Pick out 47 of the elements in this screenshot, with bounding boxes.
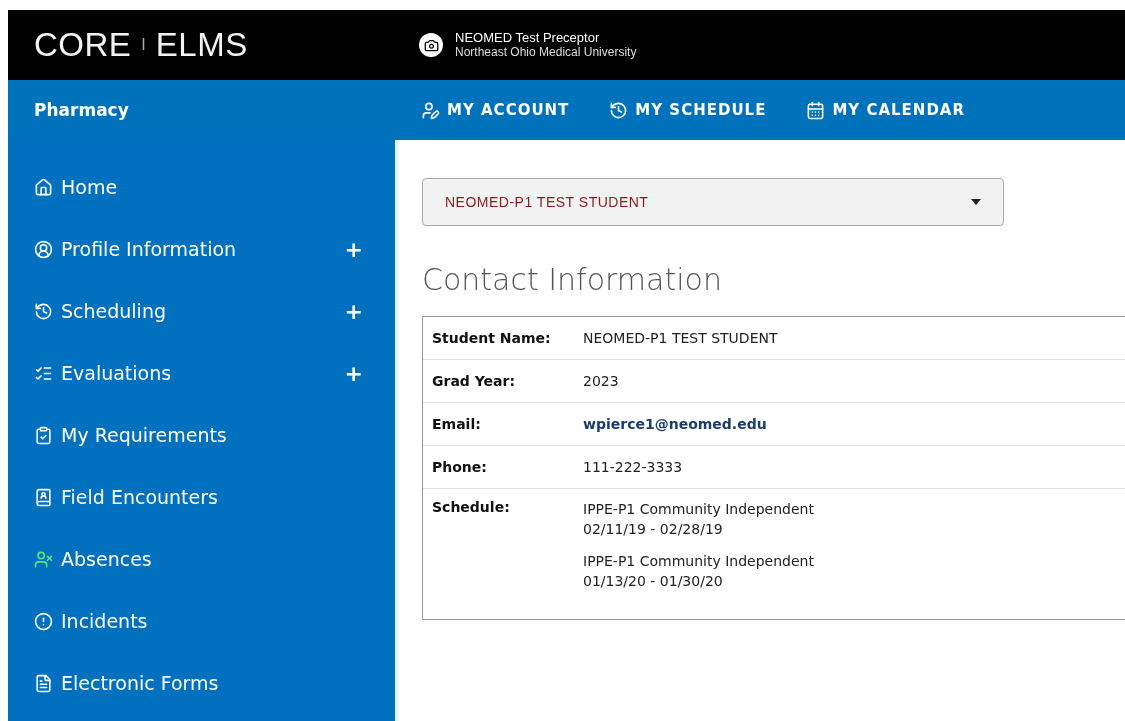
sidebar-item[interactable]: Profile Information +: [8, 218, 395, 280]
sidebar-item[interactable]: Field Encounters: [8, 466, 395, 528]
sidebar-item[interactable]: Incidents: [8, 590, 395, 652]
sidebar-item[interactable]: My Requirements: [8, 404, 395, 466]
field-label: Schedule:: [431, 499, 511, 515]
nav-link[interactable]: MY ACCOUNT: [421, 100, 570, 120]
menu-icon: [34, 239, 53, 259]
field-label: Grad Year:: [431, 373, 517, 389]
sidebar-item[interactable]: Evaluations +: [8, 342, 395, 404]
schedule-entry: IPPE-P1 Community Independent 01/13/20 - 01/30/20: [583, 552, 815, 591]
logo-text: ELMS: [155, 26, 248, 64]
nav-link[interactable]: MY SCHEDULE: [609, 100, 767, 120]
section-heading: Contact Information: [422, 262, 723, 297]
sidebar-item[interactable]: Absences: [8, 528, 395, 590]
menu-icon: [34, 673, 53, 693]
sidebar-item[interactable]: Electronic Forms: [8, 652, 395, 714]
section-title: Pharmacy: [33, 100, 130, 120]
email-link[interactable]: wpierce1@neomed.edu: [583, 416, 1125, 432]
field-label: Email:: [431, 416, 482, 432]
student-select[interactable]: NEOMED-P1 TEST STUDENT: [422, 178, 1004, 226]
field-value: NEOMED-P1 TEST STUDENT: [583, 330, 779, 346]
menu-icon: [34, 301, 53, 321]
schedule-entry: IPPE-P1 Community Independent 02/11/19 - 02/28/19: [583, 500, 815, 539]
nav-icon: [421, 100, 440, 120]
logo-divider: I: [141, 36, 146, 54]
expand-toggle[interactable]: +: [344, 298, 363, 324]
field-value: 111-222-3333: [583, 459, 684, 475]
field-label: Student Name:: [431, 330, 552, 346]
camera-icon[interactable]: [419, 33, 443, 57]
nav-icon: [806, 100, 826, 120]
nav-link[interactable]: MY CALENDAR: [806, 100, 966, 120]
user-name: NEOMED Test Preceptor: [455, 30, 601, 45]
menu-icon: [34, 425, 53, 445]
expand-toggle[interactable]: +: [344, 236, 363, 262]
menu-icon: [34, 611, 53, 631]
menu-icon: [34, 487, 53, 507]
expand-toggle[interactable]: +: [344, 360, 363, 386]
field-value: 2023: [583, 373, 620, 389]
caret-icon: [971, 199, 981, 205]
user-x-icon: [34, 549, 53, 569]
field-label: Phone:: [431, 459, 488, 475]
sidebar-item[interactable]: Home: [8, 156, 395, 218]
user-organization: Northeast Ohio Medical University: [455, 45, 637, 60]
menu-icon: [34, 177, 53, 197]
nav-icon: [609, 100, 629, 120]
sidebar-item[interactable]: Scheduling +: [8, 280, 395, 342]
logo-text: CORE: [34, 26, 132, 64]
